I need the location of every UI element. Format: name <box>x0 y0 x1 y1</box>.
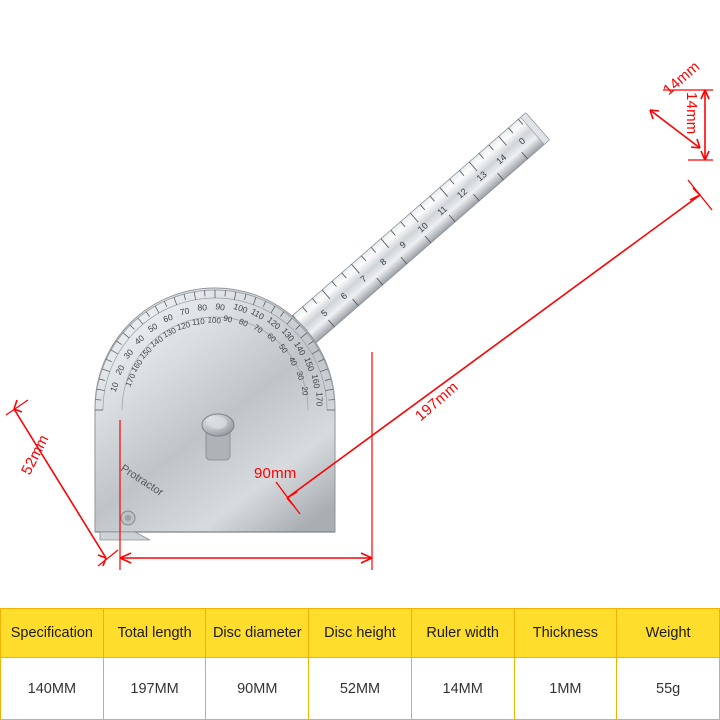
table-header-ruler-width: Ruler width <box>410 608 515 658</box>
cell-total-length: 197MM <box>102 657 207 720</box>
dim-line-total-length <box>286 194 701 499</box>
cell-disc-diameter: 90MM <box>205 657 310 720</box>
cell-thickness: 1MM <box>513 657 618 720</box>
cell-ruler-width: 14MM <box>410 657 515 720</box>
dimension-label-ruler-width-vertical: 14mm <box>683 92 700 135</box>
product-photo: 1 2 3 4 5 6 7 8 9 10 11 12 13 14 0 <box>0 0 720 600</box>
table-header-total-length: Total length <box>102 608 207 658</box>
cell-disc-height: 52MM <box>308 657 412 720</box>
table-header-disc-height: Disc height <box>308 608 412 658</box>
product-image-with-dimensions: 1 2 3 4 5 6 7 8 9 10 11 12 13 14 0 <box>0 0 720 720</box>
cell-specification: 140MM <box>0 657 104 720</box>
cell-weight: 55g <box>616 657 720 720</box>
table-row: 140MM 197MM 90MM 52MM 14MM 1MM 55g <box>0 657 720 720</box>
table-header-specification: Specification <box>0 608 104 658</box>
dim-line-disc-height <box>13 408 107 559</box>
specification-table: Specification Total length Disc diameter… <box>0 608 720 720</box>
dimension-label-disc-diameter: 90mm <box>254 465 297 482</box>
dimension-annotations <box>5 89 713 570</box>
table-header-thickness: Thickness <box>513 608 618 658</box>
table-header-disc-diameter: Disc diameter <box>205 608 310 658</box>
table-header-weight: Weight <box>616 608 720 658</box>
table-header-row: Specification Total length Disc diameter… <box>0 608 720 658</box>
